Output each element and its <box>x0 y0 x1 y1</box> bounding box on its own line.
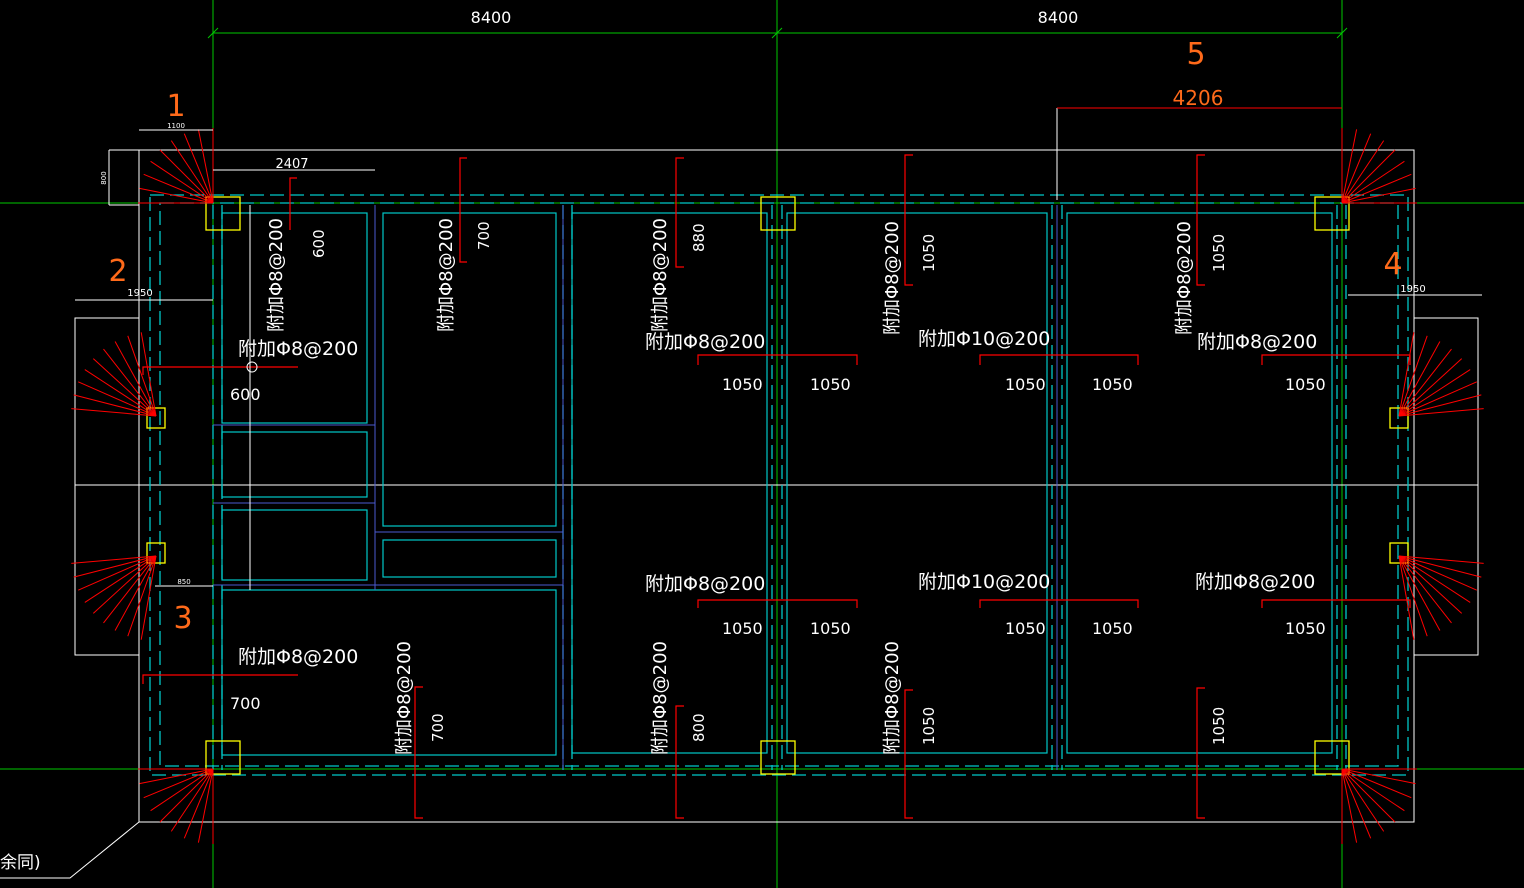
callout-3: 3 <box>173 601 192 636</box>
rebar-label-top-5: 附加Φ8@200 <box>1174 221 1195 335</box>
rebar-label-row1-right: 附加Φ10@200 <box>918 328 1050 350</box>
dim-850: 850 <box>177 578 190 586</box>
fan-rebar-line <box>159 149 214 204</box>
rebar-len-row2-1: 1050 <box>722 619 763 638</box>
rebar-len-row2-5: 1050 <box>1285 619 1326 638</box>
fan-rebar-line <box>1398 555 1471 603</box>
dim-800: 800 <box>100 171 108 184</box>
fan-rebar-line <box>103 555 157 624</box>
column <box>1389 407 1409 429</box>
callout-1: 1 <box>166 89 185 124</box>
rebar-label-top-1: 附加Φ8@200 <box>266 218 287 332</box>
fan-rebar-line <box>1341 768 1396 823</box>
dim-1100: 1100 <box>167 122 185 130</box>
rebar-label-top-2: 附加Φ8@200 <box>436 218 457 332</box>
fan-rebar-line <box>1398 348 1452 417</box>
rebar-label-row2-mid: 附加Φ8@200 <box>645 573 765 595</box>
fan-rebar-line <box>1398 369 1471 417</box>
fan-rebar-line <box>127 335 157 417</box>
fan-rebar-line <box>84 369 157 417</box>
fan-rebar-line <box>1398 555 1428 637</box>
dim-1950-left: 1950 <box>127 288 152 299</box>
rebar-len-row1-3: 1050 <box>1005 375 1046 394</box>
rebar-len-row2-4: 1050 <box>1092 619 1133 638</box>
drawing-canvas: 8400 8400 1 2 3 4 5 4206 2407 1100 800 1… <box>0 0 1524 888</box>
fan-rebar-line <box>127 555 157 637</box>
fan-rebar-line <box>159 768 214 823</box>
dim-span-5: 4206 <box>1173 86 1224 110</box>
dim-top-right: 8400 <box>1038 8 1079 27</box>
rebar-len-bottom-3: 1050 <box>920 707 938 745</box>
rebar-label-top-3: 附加Φ8@200 <box>650 218 671 332</box>
callout-4: 4 <box>1383 247 1402 282</box>
rebar-len-row1-2: 1050 <box>810 375 851 394</box>
fan-rebar-line <box>103 348 157 417</box>
note-text: 余同) <box>0 853 41 873</box>
beam-inner-lines <box>213 205 1058 770</box>
rebar-label-row2-far: 附加Φ8@200 <box>1195 571 1315 593</box>
rebar-label-row2-right: 附加Φ10@200 <box>918 571 1050 593</box>
fan-rebar-line <box>92 555 157 614</box>
fan-rebar-line <box>1398 335 1428 417</box>
rebar-len-top-2: 700 <box>475 221 493 250</box>
rebar-len-top-5: 1050 <box>1210 234 1228 272</box>
rebar-label-row1-left: 附加Φ8@200 <box>238 338 358 360</box>
rebar-len-top-1: 600 <box>310 229 328 258</box>
rebar-label-row1-mid: 附加Φ8@200 <box>645 331 765 353</box>
rebar-label-top-4: 附加Φ8@200 <box>882 221 903 335</box>
rebar-len-row2-3: 1050 <box>1005 619 1046 638</box>
rebar-len-row1-5: 1050 <box>1285 375 1326 394</box>
rebar-len-bottom-1: 700 <box>429 713 447 742</box>
rebar-len-top-4: 1050 <box>920 234 938 272</box>
rebar-label-bottom-1: 附加Φ8@200 <box>394 641 415 755</box>
callout-2: 2 <box>108 254 127 289</box>
rebar-label-row1-far: 附加Φ8@200 <box>1197 331 1317 353</box>
rebar-len-row1-1: 1050 <box>722 375 763 394</box>
rebar-len-bottom-4: 1050 <box>1210 707 1228 745</box>
dim-2407: 2407 <box>275 157 308 172</box>
rebar-label-bottom-left: 附加Φ8@200 <box>238 646 358 668</box>
dim-1950-right: 1950 <box>1400 284 1425 295</box>
fan-rebar-line <box>1341 149 1396 204</box>
rebar-len-row2-2: 1050 <box>810 619 851 638</box>
dim-top-left: 8400 <box>471 8 512 27</box>
callout-5: 5 <box>1186 37 1205 72</box>
rebar-len-bottom-2: 800 <box>690 713 708 742</box>
fan-rebar-line <box>1398 555 1452 624</box>
rebar-label-bottom-3: 附加Φ8@200 <box>882 641 903 755</box>
rebar-label-bottom-2: 附加Φ8@200 <box>650 641 671 755</box>
rebar-len-bottom-left: 700 <box>230 694 261 713</box>
rebar-len-top-3: 880 <box>690 223 708 252</box>
rebar-len-row1-left: 600 <box>230 385 261 404</box>
fan-rebar-line <box>84 555 157 603</box>
rebar-len-row1-4: 1050 <box>1092 375 1133 394</box>
